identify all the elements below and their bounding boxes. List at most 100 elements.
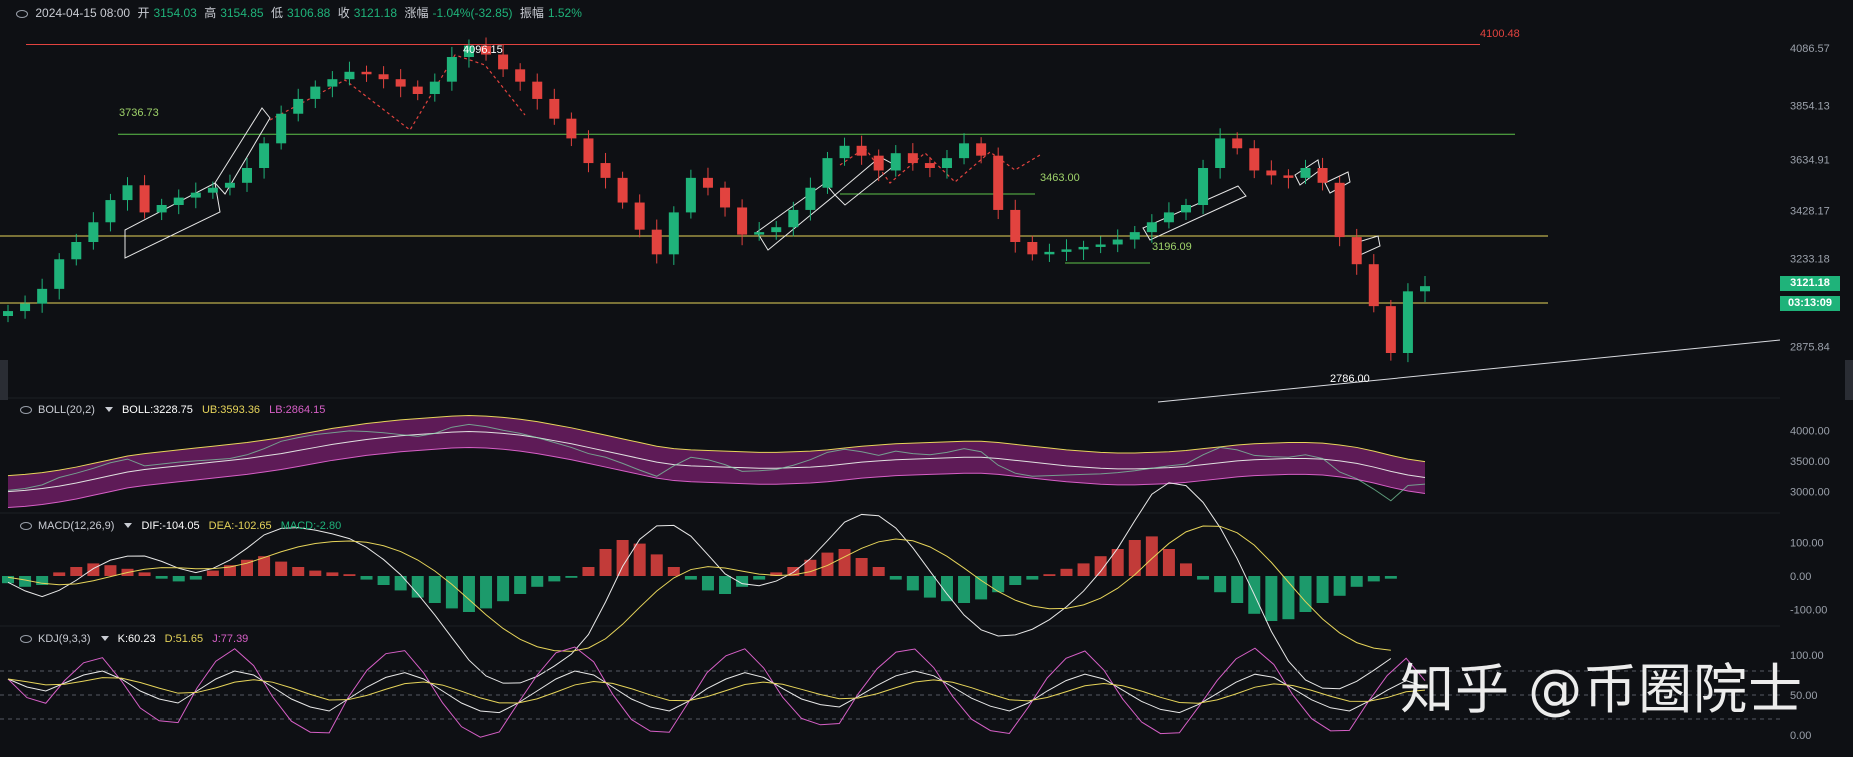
watermark: 知乎 @币圈院士 bbox=[1400, 658, 1804, 721]
channel-drawing bbox=[1142, 185, 1247, 241]
kdj-k-line bbox=[7, 670, 1426, 714]
candle-body bbox=[959, 143, 970, 159]
macd-name[interactable]: MACD(12,26,9) bbox=[38, 520, 114, 532]
candle-body bbox=[498, 54, 509, 70]
candle-body bbox=[1044, 251, 1055, 255]
candle-body bbox=[1266, 170, 1277, 176]
macd-bar bbox=[719, 576, 732, 594]
macd-dif: DIF:-104.05 bbox=[141, 520, 200, 532]
kdj-d: D:51.65 bbox=[164, 633, 204, 645]
candle-body bbox=[873, 155, 884, 171]
left-level-label: 3736.73 bbox=[119, 107, 159, 119]
kdj-j-line bbox=[7, 646, 1426, 738]
low-label: 低 bbox=[270, 6, 283, 20]
candle-body bbox=[429, 81, 440, 94]
macd-bar bbox=[1265, 576, 1278, 621]
macd-bar bbox=[360, 576, 373, 580]
macd-bar bbox=[53, 572, 66, 576]
candle-body bbox=[1061, 249, 1072, 252]
candle-body bbox=[156, 205, 167, 213]
candle-body bbox=[651, 229, 662, 255]
macd-bar bbox=[753, 576, 766, 580]
macd-bar bbox=[19, 576, 32, 587]
kdj-k: K:60.23 bbox=[117, 633, 156, 645]
candle-body bbox=[105, 200, 116, 223]
macd-bar bbox=[599, 549, 612, 576]
macd-bar bbox=[1111, 549, 1124, 576]
macd-bar bbox=[1367, 576, 1380, 582]
left-scroll-handle[interactable] bbox=[0, 360, 8, 400]
macd-bar bbox=[821, 552, 834, 576]
macd-bar bbox=[992, 576, 1005, 593]
collapse-icon[interactable] bbox=[16, 9, 28, 18]
chart-stage[interactable]: 4086.573854.133634.913428.173233.183047.… bbox=[0, 0, 1853, 752]
candle-body bbox=[890, 153, 901, 171]
price-tick-label: 3854.13 bbox=[1790, 100, 1830, 112]
boll-name[interactable]: BOLL(20,2) bbox=[38, 404, 95, 416]
eye-icon[interactable] bbox=[20, 635, 32, 644]
candle-body bbox=[1078, 246, 1089, 250]
candle-body bbox=[344, 71, 355, 80]
price-tick-label: 2875.84 bbox=[1790, 342, 1830, 354]
candle-body bbox=[1283, 175, 1294, 178]
boll-tick-label: 3000.00 bbox=[1790, 487, 1830, 499]
open-label: 开 bbox=[137, 6, 150, 20]
candle-body bbox=[788, 209, 799, 228]
candle-body bbox=[122, 185, 133, 201]
macd-bar bbox=[565, 576, 578, 578]
macd-bar bbox=[377, 576, 390, 585]
dropdown-caret-icon[interactable] bbox=[100, 636, 109, 641]
candle-body bbox=[412, 86, 423, 94]
macd-bar bbox=[1214, 576, 1227, 593]
candle-body bbox=[1095, 244, 1106, 247]
channel-drawing bbox=[834, 156, 896, 206]
amp-label: 振幅 bbox=[519, 6, 544, 20]
macd-bar bbox=[292, 567, 305, 576]
boll-tick-label: 3500.00 bbox=[1790, 456, 1830, 468]
eye-icon[interactable] bbox=[20, 406, 32, 415]
header-date: 2024-04-15 08:00 bbox=[35, 6, 131, 20]
candle-body bbox=[532, 81, 543, 99]
candle-body bbox=[446, 57, 457, 82]
boll-mid: BOLL:3228.75 bbox=[121, 404, 193, 416]
candle-body bbox=[1317, 168, 1328, 183]
macd-bar bbox=[206, 570, 219, 576]
macd-bar bbox=[1162, 549, 1175, 576]
macd-bar bbox=[1333, 576, 1346, 596]
high-value: 3154.85 bbox=[220, 6, 264, 20]
macd-bar bbox=[326, 572, 339, 576]
macd-bar bbox=[70, 567, 83, 576]
candle-body bbox=[805, 187, 816, 210]
candle-body bbox=[1180, 205, 1191, 213]
macd-bar bbox=[462, 576, 475, 612]
chart-canvas[interactable]: 4086.573854.133634.913428.173233.183047.… bbox=[0, 0, 1853, 752]
candle-body bbox=[856, 145, 867, 156]
candle-body bbox=[583, 138, 594, 164]
macd-bar bbox=[701, 576, 714, 591]
candle-body bbox=[976, 143, 987, 156]
eye-icon[interactable] bbox=[20, 522, 32, 531]
channel-drawing bbox=[124, 182, 221, 259]
candle-body bbox=[54, 259, 65, 289]
right-scroll-handle[interactable] bbox=[1845, 360, 1853, 400]
macd-bar bbox=[172, 576, 185, 582]
macd-bar bbox=[104, 565, 117, 576]
candle-body bbox=[139, 185, 150, 213]
open-value: 3154.03 bbox=[153, 6, 197, 20]
dropdown-caret-icon[interactable] bbox=[124, 523, 133, 528]
macd-bar bbox=[1231, 576, 1244, 603]
macd-bar bbox=[1145, 536, 1158, 576]
macd-bar bbox=[155, 576, 168, 579]
macd-bar bbox=[548, 576, 561, 582]
macd-dea: DEA:-102.65 bbox=[208, 520, 272, 532]
candle-body bbox=[37, 288, 48, 304]
kdj-name[interactable]: KDJ(9,3,3) bbox=[38, 633, 91, 645]
candle-body bbox=[1215, 138, 1226, 168]
macd-bar bbox=[889, 576, 902, 580]
candle-body bbox=[702, 177, 713, 188]
dropdown-caret-icon[interactable] bbox=[104, 407, 113, 412]
candle-body bbox=[361, 71, 372, 75]
candle-body bbox=[20, 303, 31, 312]
countdown-badge: 03:13:09 bbox=[1780, 296, 1840, 311]
candle-body bbox=[3, 311, 13, 316]
